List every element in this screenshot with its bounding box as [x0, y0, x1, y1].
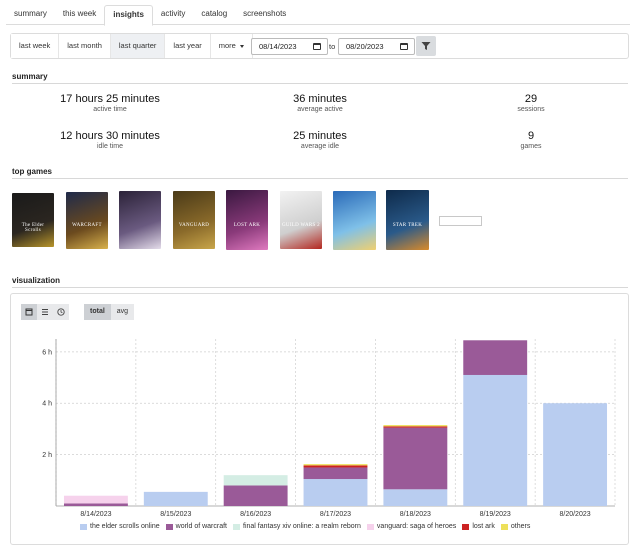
bar-segment — [303, 467, 368, 480]
x-tick-label: 8/19/2023 — [480, 511, 511, 518]
legend-label: final fantasy xiv online: a realm reborn — [243, 523, 361, 530]
legend-swatch — [165, 523, 173, 530]
bar-segment — [223, 475, 288, 486]
x-tick-label: 8/17/2023 — [320, 511, 351, 518]
bar-segment — [63, 503, 128, 506]
legend-label: world of warcraft — [175, 523, 228, 530]
legend-swatch — [500, 523, 508, 530]
x-tick-label: 8/14/2023 — [80, 511, 111, 518]
y-tick-label: 6 h — [42, 349, 52, 356]
y-tick-label: 4 h — [42, 401, 52, 408]
bar-segment — [463, 374, 528, 506]
legend-label: lost ark — [472, 523, 495, 530]
legend-swatch — [80, 523, 87, 530]
legend-swatch — [366, 523, 374, 530]
legend-label: others — [510, 523, 531, 530]
bar-segment — [383, 427, 448, 490]
bar-segment — [223, 485, 288, 506]
bar-segment — [383, 489, 448, 506]
bar-segment — [303, 479, 368, 506]
legend-label: vanguard: saga of heroes — [376, 523, 457, 530]
legend-swatch — [462, 523, 470, 530]
y-tick-label: 2 h — [42, 452, 52, 459]
legend-item[interactable]: final fantasy xiv online: a realm reborn — [233, 523, 361, 530]
x-tick-label: 8/15/2023 — [160, 511, 191, 518]
bar-segment — [63, 495, 128, 504]
bar-segment — [383, 425, 448, 427]
bar-segment — [463, 340, 528, 375]
legend-item[interactable]: vanguard: saga of heroes — [366, 523, 457, 530]
playtime-chart: 2 h 4 h 6 h 8/14/2023 8/15/2023 8/16/2023 8/17… — [42, 339, 616, 518]
bar-segment — [383, 426, 448, 428]
bar-segment — [303, 464, 368, 466]
legend-item[interactable]: world of warcraft — [165, 523, 228, 530]
x-tick-label: 8/18/2023 — [400, 511, 431, 518]
x-tick-label: 8/20/2023 — [559, 511, 590, 518]
chart-legend: the elder scrolls online world of warcraf… — [80, 523, 536, 530]
legend-item[interactable]: lost ark — [462, 523, 495, 530]
bar-segment — [543, 403, 608, 506]
legend-item[interactable]: the elder scrolls online — [80, 523, 160, 530]
legend-swatch — [233, 523, 241, 530]
legend-item[interactable]: others — [500, 523, 531, 530]
bar-segment — [303, 465, 368, 468]
x-tick-label: 8/16/2023 — [240, 511, 271, 518]
legend-label: the elder scrolls online — [90, 523, 160, 530]
bar-segment — [143, 491, 208, 506]
